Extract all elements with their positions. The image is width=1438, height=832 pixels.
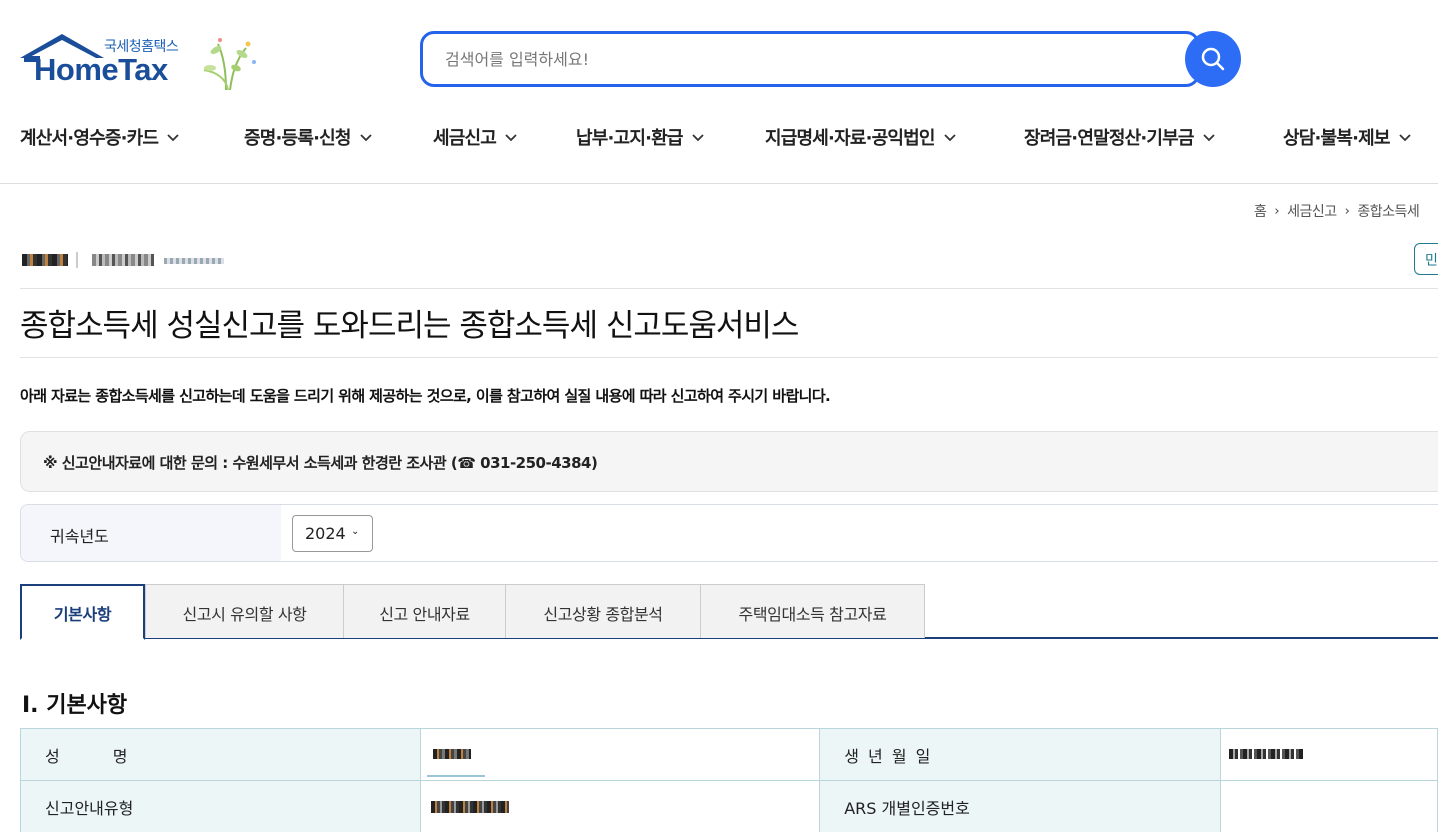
name-value-cell	[420, 728, 821, 781]
chevron-down-icon	[360, 134, 372, 142]
birth-label-cell: 생 년 월 일	[819, 728, 1222, 781]
main-navigation: 계산서·영수증·카드 증명·등록·신청 세금신고 납부·고지·환급 지급명세·자…	[20, 124, 1438, 152]
separator	[76, 252, 78, 268]
chevron-down-icon	[692, 134, 704, 142]
nav-label: 계산서·영수증·카드	[20, 128, 159, 149]
birth-label: 생 년 월 일	[844, 746, 931, 766]
ars-label: ARS 개별인증번호	[844, 798, 970, 818]
nav-payment-refund[interactable]: 납부·고지·환급	[576, 124, 705, 150]
nav-tax-filing[interactable]: 세금신고	[433, 124, 518, 150]
breadcrumb: 홈 › 세금신고 › 종합소득세	[1254, 201, 1420, 221]
type-label: 신고안내유형	[45, 798, 134, 818]
basic-info-table: 성 명 생 년 월 일 신고안내유형 ARS 개별인증번호	[19, 728, 1438, 832]
field-underline	[427, 775, 486, 777]
ars-label-cell: ARS 개별인증번호	[819, 780, 1222, 832]
nav-label: 장려금·연말정산·기부금	[1024, 128, 1194, 149]
table-row: 성 명 생 년 월 일	[19, 728, 1438, 781]
search-input[interactable]	[445, 50, 1145, 69]
chevron-right-icon: ›	[1274, 203, 1280, 219]
nav-payment-statement[interactable]: 지급명세·자료·공익법인	[765, 124, 957, 150]
chevron-down-icon	[944, 134, 956, 142]
chevron-down-icon	[1399, 134, 1411, 142]
redacted-name-value	[433, 749, 472, 759]
ars-value-cell	[1220, 780, 1438, 832]
year-select-value: 2024	[305, 524, 346, 543]
profile-side-button[interactable]: 민	[1414, 243, 1438, 275]
redacted-type-value	[431, 801, 510, 813]
search-button[interactable]	[1185, 31, 1241, 87]
breadcrumb-home[interactable]: 홈	[1254, 201, 1267, 221]
nav-certificate-registration[interactable]: 증명·등록·신청	[244, 124, 373, 150]
nav-label: 증명·등록·신청	[244, 128, 351, 149]
name-label-cell: 성 명	[19, 728, 422, 781]
nav-label: 세금신고	[433, 128, 497, 149]
plant-decoration-icon	[203, 38, 256, 91]
tab-status-analysis[interactable]: 신고상황 종합분석	[505, 584, 701, 638]
chevron-down-icon	[167, 134, 179, 142]
chevron-down-icon: ⌄	[351, 526, 360, 537]
search-box[interactable]	[420, 31, 1200, 87]
breadcrumb-income-tax[interactable]: 종합소득세	[1357, 201, 1419, 221]
year-label: 귀속년도	[50, 527, 109, 546]
nav-invoice-receipt-card[interactable]: 계산서·영수증·카드	[20, 124, 180, 150]
search-bar	[420, 31, 1241, 87]
user-profile-redacted	[22, 250, 262, 272]
type-label-cell: 신고안내유형	[19, 780, 422, 832]
chevron-down-icon	[1203, 134, 1215, 142]
nav-label: 상담·불복·제보	[1283, 128, 1390, 149]
redacted-info	[164, 258, 224, 264]
tab-bar: 기본사항 신고시 유의할 사항 신고 안내자료 신고상황 종합분석 주택임대소득…	[20, 584, 1438, 640]
chevron-right-icon: ›	[1344, 203, 1350, 219]
hometax-logo[interactable]: 국세청홈택스 HomeTax	[20, 32, 260, 92]
section-title: Ⅰ. 기본사항	[22, 693, 128, 718]
divider	[20, 357, 1438, 358]
breadcrumb-tax-filing[interactable]: 세금신고	[1287, 201, 1337, 221]
divider	[20, 288, 1438, 289]
nav-consult-appeal[interactable]: 상담·불복·제보	[1283, 124, 1412, 150]
birth-value-cell	[1220, 728, 1438, 781]
nav-incentive-yearend[interactable]: 장려금·연말정산·기부금	[1024, 124, 1216, 150]
year-select[interactable]: 2024 ⌄	[292, 515, 373, 552]
tab-basic-info[interactable]: 기본사항	[20, 584, 145, 640]
year-label-cell: 귀속년도	[21, 505, 281, 561]
year-filter: 귀속년도 2024 ⌄	[20, 504, 1438, 562]
nav-label: 납부·고지·환급	[576, 128, 683, 149]
tab-filing-guide[interactable]: 신고 안내자료	[343, 584, 506, 638]
notice-text: 아래 자료는 종합소득세를 신고하는데 도움을 드리기 위해 제공하는 것으로,…	[20, 387, 831, 405]
inquiry-text: ※ 신고안내자료에 대한 문의 : 수원세무서 소득세과 한경란 조사관 (☎ …	[43, 454, 598, 472]
redacted-name	[22, 254, 68, 266]
redacted-birth-value	[1229, 749, 1304, 759]
search-icon	[1201, 47, 1225, 71]
type-value-cell	[420, 780, 821, 832]
inquiry-box: ※ 신고안내자료에 대한 문의 : 수원세무서 소득세과 한경란 조사관 (☎ …	[20, 431, 1438, 492]
chevron-down-icon	[505, 134, 517, 142]
redacted-id	[92, 254, 154, 266]
name-label: 성 명	[45, 746, 128, 766]
table-row: 신고안내유형 ARS 개별인증번호	[19, 780, 1438, 832]
header-divider	[0, 183, 1438, 184]
logo-wordmark: HomeTax	[34, 52, 168, 87]
page-title: 종합소득세 성실신고를 도와드리는 종합소득세 신고도움서비스	[20, 308, 799, 344]
nav-label: 지급명세·자료·공익법인	[765, 128, 935, 149]
tab-housing-rental[interactable]: 주택임대소득 참고자료	[700, 584, 925, 638]
tab-filing-cautions[interactable]: 신고시 유의할 사항	[145, 584, 344, 638]
